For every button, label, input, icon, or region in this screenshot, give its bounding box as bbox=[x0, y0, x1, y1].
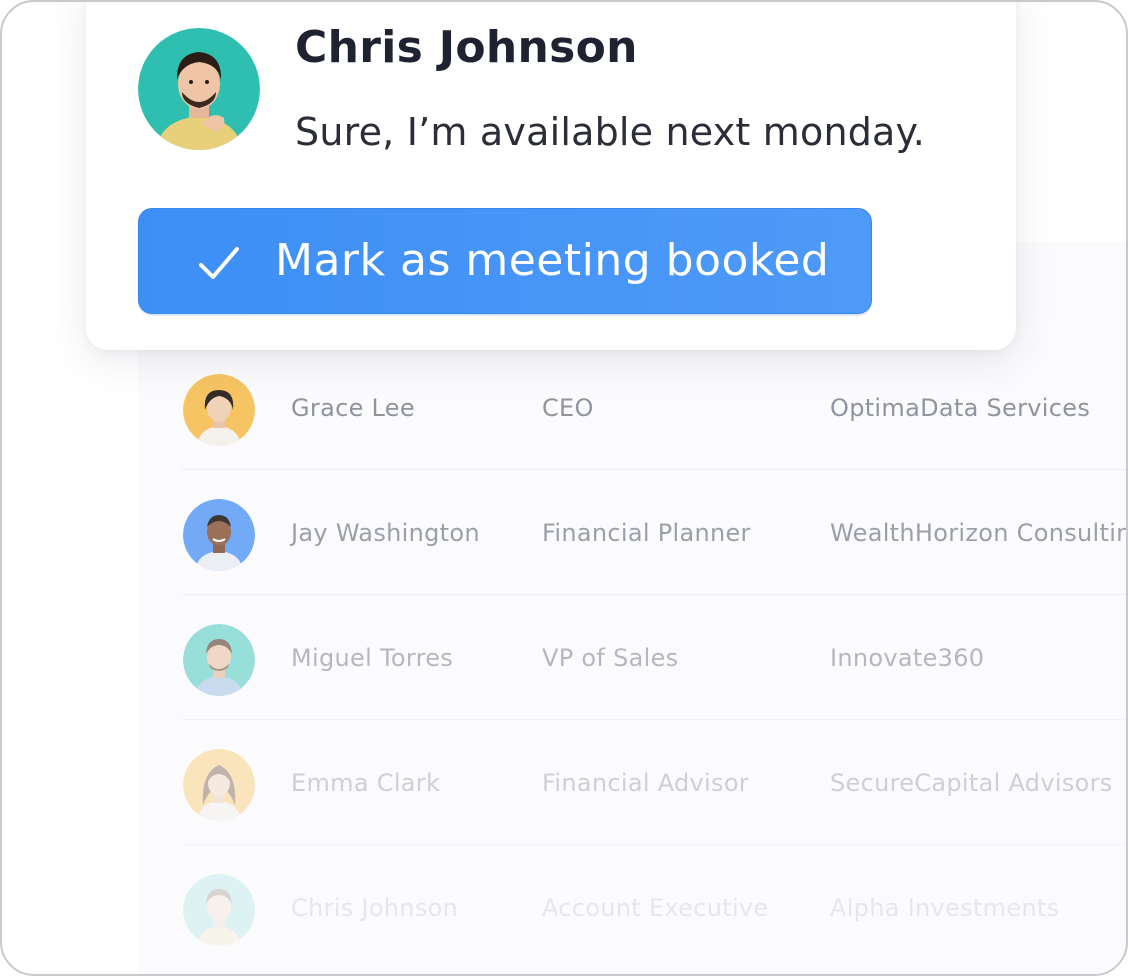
contact-title: Financial Planner bbox=[542, 519, 751, 547]
contact-company: WealthHorizon Consulting bbox=[830, 519, 1128, 547]
reply-message: Sure, I’m available next monday. bbox=[295, 110, 926, 154]
row-divider bbox=[182, 719, 1126, 720]
sender-avatar bbox=[138, 28, 260, 150]
contact-name: Chris Johnson bbox=[291, 894, 459, 922]
row-divider bbox=[182, 594, 1126, 595]
table-row[interactable]: Chris Johnson Account Executive Alpha In… bbox=[182, 846, 1126, 970]
contact-title: VP of Sales bbox=[542, 644, 679, 672]
contact-name: Miguel Torres bbox=[291, 644, 454, 672]
avatar bbox=[183, 749, 255, 821]
table-row[interactable]: Grace Lee CEO OptimaData Services bbox=[182, 346, 1126, 470]
contact-title: Account Executive bbox=[542, 894, 769, 922]
contact-company: Alpha Investments bbox=[830, 894, 1060, 922]
contact-title: CEO bbox=[542, 394, 594, 422]
sender-name: Chris Johnson bbox=[295, 22, 638, 73]
row-divider bbox=[182, 844, 1126, 845]
mark-meeting-booked-button[interactable]: Mark as meeting booked bbox=[138, 208, 872, 314]
contact-name: Jay Washington bbox=[291, 519, 480, 547]
table-row[interactable]: Miguel Torres VP of Sales Innovate360 bbox=[182, 596, 1126, 720]
mark-meeting-booked-label: Mark as meeting booked bbox=[275, 235, 830, 286]
reply-notification-card: Chris Johnson Sure, I’m available next m… bbox=[86, 2, 1016, 350]
check-icon bbox=[199, 247, 239, 279]
contact-title: Financial Advisor bbox=[542, 769, 749, 797]
contact-company: OptimaData Services bbox=[830, 394, 1091, 422]
contact-company: SecureCapital Advisors bbox=[830, 769, 1113, 797]
avatar bbox=[183, 624, 255, 696]
table-row[interactable]: Emma Clark Financial Advisor SecureCapit… bbox=[182, 721, 1126, 845]
contact-company: Innovate360 bbox=[830, 644, 985, 672]
row-divider bbox=[182, 469, 1126, 470]
contact-name: Emma Clark bbox=[291, 769, 441, 797]
contact-name: Grace Lee bbox=[291, 394, 415, 422]
avatar bbox=[183, 374, 255, 446]
app-frame: Grace Lee CEO OptimaData Services Jay Wa… bbox=[0, 0, 1128, 976]
table-row[interactable]: Jay Washington Financial Planner WealthH… bbox=[182, 471, 1128, 595]
avatar bbox=[183, 499, 255, 571]
avatar bbox=[183, 874, 255, 946]
